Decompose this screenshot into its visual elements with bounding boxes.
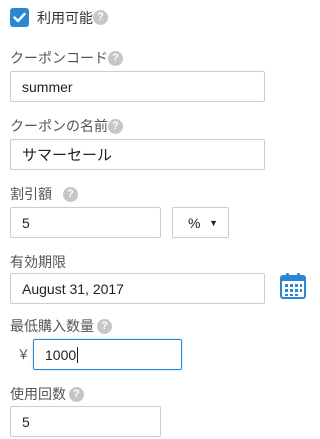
coupon-name-value: サマーセール xyxy=(22,147,113,164)
discount-unit-value: % xyxy=(188,214,201,231)
coupon-code-input[interactable]: summer xyxy=(10,71,265,102)
coupon-code-label: クーポンコード xyxy=(10,50,108,66)
min-purchase-label: 最低購入数量 xyxy=(10,318,94,334)
discount-input[interactable]: 5 xyxy=(10,207,161,238)
checkmark-icon xyxy=(13,12,26,23)
coupon-name-input[interactable]: サマーセール xyxy=(10,139,265,170)
usage-count-value: 5 xyxy=(22,413,30,430)
discount-value: 5 xyxy=(22,214,30,231)
calendar-icon[interactable] xyxy=(279,272,307,300)
expiry-label: 有効期限 xyxy=(10,254,66,270)
min-purchase-input[interactable]: 1000 xyxy=(33,339,182,370)
usage-count-input[interactable]: 5 xyxy=(10,406,161,437)
discount-unit-select[interactable]: % ▼ xyxy=(172,207,229,238)
question-circle-icon[interactable]: ? xyxy=(69,387,84,402)
usage-count-label: 使用回数 xyxy=(10,386,66,402)
min-purchase-value: 1000 xyxy=(45,346,77,363)
text-caret xyxy=(77,346,79,363)
coupon-name-label: クーポンの名前 xyxy=(10,118,108,134)
question-circle-icon[interactable]: ? xyxy=(108,51,123,66)
availability-label: 利用可能 xyxy=(37,10,93,26)
coupon-code-value: summer xyxy=(22,78,73,95)
question-circle-icon[interactable]: ? xyxy=(97,319,112,334)
expiry-date-input[interactable]: August 31, 2017 xyxy=(10,273,265,304)
yen-prefix: ￥ xyxy=(17,347,31,362)
dropdown-arrow-icon: ▼ xyxy=(209,217,218,228)
question-circle-icon[interactable]: ? xyxy=(63,187,78,202)
question-circle-icon[interactable]: ? xyxy=(93,10,108,25)
question-circle-icon[interactable]: ? xyxy=(108,119,123,134)
availability-checkbox[interactable] xyxy=(10,8,29,27)
discount-label: 割引額 xyxy=(10,186,52,202)
expiry-date-value: August 31, 2017 xyxy=(22,280,124,297)
